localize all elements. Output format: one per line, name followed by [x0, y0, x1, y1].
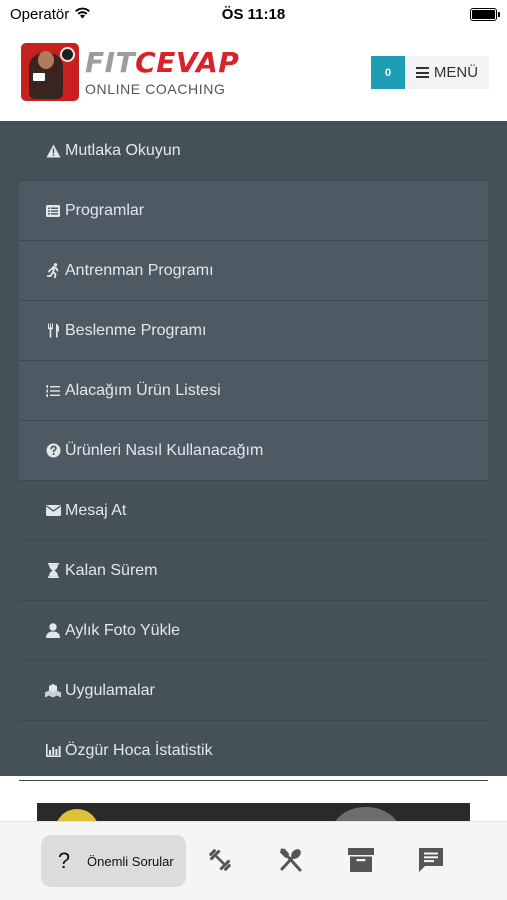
menu-item-ozgur-hoca-istatistik[interactable]: Özgür Hoca İstatistik	[19, 721, 488, 781]
fork-spoon-icon	[277, 846, 305, 879]
warning-icon	[45, 143, 61, 159]
logo-subtitle: ONLINE COACHING	[85, 81, 226, 97]
menu-item-label: Aylık Foto Yükle	[65, 621, 181, 639]
menu-item-alacagim-urun-listesi[interactable]: Alacağım Ürün Listesi	[19, 361, 488, 421]
menu-item-label: Mutlaka Okuyun	[65, 141, 181, 159]
cart-count-badge[interactable]: 0	[371, 56, 405, 89]
status-left: Operatör	[10, 6, 91, 23]
logo-text: FITCEVAP ONLINE COACHING	[85, 47, 239, 97]
ordered-list-icon	[45, 383, 61, 399]
cubes-icon	[45, 683, 61, 699]
user-icon	[45, 623, 61, 639]
menu-button[interactable]: MENÜ	[405, 56, 489, 89]
logo-title: FITCEVAP	[85, 47, 239, 78]
list-icon	[45, 203, 61, 219]
menu-item-uygulamalar[interactable]: Uygulamalar	[19, 661, 488, 721]
menu-item-label: Uygulamalar	[65, 681, 155, 699]
fitcevap-logo[interactable]: FITCEVAP ONLINE COACHING	[21, 43, 239, 101]
menu-item-antrenman-programi[interactable]: Antrenman Programı	[19, 241, 488, 301]
tab-archive[interactable]	[345, 846, 377, 878]
question-mark-icon: ?	[57, 848, 71, 873]
running-icon	[45, 263, 61, 279]
menu-button-label: MENÜ	[433, 64, 479, 81]
battery-icon	[470, 7, 500, 21]
dumbbell-icon	[205, 845, 235, 880]
content-image-strip	[37, 803, 470, 821]
site-header: FITCEVAP ONLINE COACHING 0 MENÜ	[0, 28, 507, 121]
logo-title-fit: FIT	[85, 46, 136, 79]
menu-item-mesaj-at[interactable]: Mesaj At	[19, 481, 488, 541]
tab-dumbbell[interactable]	[204, 846, 236, 878]
wifi-icon	[74, 6, 91, 23]
menu-item-label: Ürünleri Nasıl Kullanacağım	[65, 441, 264, 459]
tab-messages[interactable]	[415, 846, 447, 878]
menu-item-label: Beslenme Programı	[65, 321, 207, 339]
menu-item-label: Kalan Sürem	[65, 561, 158, 579]
utensils-icon	[45, 323, 61, 339]
nav-menu-panel: Mutlaka Okuyun Programlar Antrenman Prog…	[0, 121, 507, 781]
menu-item-programlar[interactable]: Programlar	[19, 181, 488, 241]
menu-item-label: Alacağım Ürün Listesi	[65, 381, 221, 399]
envelope-icon	[45, 503, 61, 519]
menu-item-aylik-foto-yukle[interactable]: Aylık Foto Yükle	[19, 601, 488, 661]
menu-item-beslenme-programi[interactable]: Beslenme Programı	[19, 301, 488, 361]
hamburger-icon	[415, 67, 429, 78]
app-screen: Operatör ÖS 11:18 FITCEVAP ONLINE COACHI…	[0, 0, 507, 900]
menu-item-label: Programlar	[65, 201, 145, 219]
question-circle-icon	[45, 443, 61, 459]
archive-icon	[347, 847, 375, 878]
hourglass-icon	[45, 563, 61, 579]
bottom-tab-bar: ? Önemli Sorular	[0, 821, 507, 900]
chart-icon	[45, 743, 61, 759]
menu-item-label: Mesaj At	[65, 501, 127, 519]
tab-food[interactable]	[275, 846, 307, 878]
logo-badge-image	[21, 43, 79, 101]
menu-item-label: Antrenman Programı	[65, 261, 214, 279]
menu-item-mutlaka-okuyun[interactable]: Mutlaka Okuyun	[19, 121, 488, 181]
carrier-label: Operatör	[10, 5, 70, 23]
menu-item-label: Özgür Hoca İstatistik	[65, 741, 213, 759]
menu-item-kalan-surem[interactable]: Kalan Sürem	[19, 541, 488, 601]
message-icon	[417, 846, 445, 878]
tab-onemli-sorular-label: Önemli Sorular	[87, 853, 174, 869]
menu-item-urunleri-nasil-kullanacagim[interactable]: Ürünleri Nasıl Kullanacağım	[19, 421, 488, 481]
logo-title-cevap: CEVAP	[135, 46, 240, 79]
tab-onemli-sorular[interactable]: ? Önemli Sorular	[41, 835, 186, 887]
status-bar: Operatör ÖS 11:18	[0, 0, 507, 28]
